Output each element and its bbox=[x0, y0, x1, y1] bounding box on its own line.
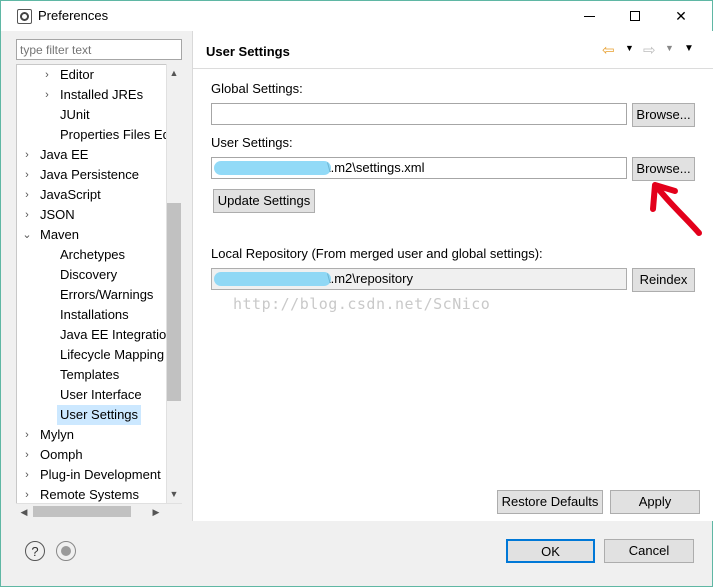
oomph-record-icon[interactable] bbox=[56, 541, 76, 561]
page-title: User Settings bbox=[206, 44, 290, 59]
tree-item[interactable]: Lifecycle Mapping bbox=[17, 345, 167, 365]
tree-item-label: Maven bbox=[40, 227, 80, 242]
tree-item-label: Installed JREs bbox=[60, 87, 144, 102]
scroll-right-icon[interactable]: ▶ bbox=[150, 506, 162, 518]
global-settings-label: Global Settings: bbox=[211, 81, 303, 96]
redacted-path-mask bbox=[214, 272, 331, 286]
expand-arrow-icon[interactable]: › bbox=[41, 85, 53, 105]
tree-item[interactable]: User Interface bbox=[17, 385, 167, 405]
tree-item-label: Java Persistence bbox=[40, 167, 139, 182]
window-title: Preferences bbox=[38, 8, 109, 23]
user-settings-label: User Settings: bbox=[211, 135, 293, 150]
forward-arrow-icon[interactable]: ⇨ bbox=[643, 41, 656, 59]
view-menu-icon[interactable]: ▼ bbox=[684, 43, 694, 54]
scroll-down-icon[interactable]: ▼ bbox=[168, 488, 180, 500]
tree-item-label: Editor bbox=[60, 67, 94, 82]
tree-item[interactable]: Properties Files Ed bbox=[17, 125, 170, 145]
expand-arrow-icon[interactable]: › bbox=[21, 445, 33, 465]
local-repository-label: Local Repository (From merged user and g… bbox=[211, 246, 543, 261]
tree-item-label: Templates bbox=[60, 367, 120, 382]
preference-tree: › Editor › Installed JREs JUnit Properties Fi… bbox=[16, 64, 182, 504]
close-button[interactable]: ✕ bbox=[658, 1, 704, 31]
tree-item[interactable]: › JavaScript bbox=[17, 185, 167, 205]
tree-item-label: Archetypes bbox=[60, 247, 126, 262]
maximize-icon bbox=[630, 11, 640, 21]
close-icon: ✕ bbox=[675, 7, 687, 24]
global-settings-field[interactable] bbox=[211, 103, 627, 125]
filter-input[interactable] bbox=[16, 39, 182, 60]
expand-arrow-icon[interactable]: › bbox=[21, 465, 33, 485]
tree-item-label: Oomph bbox=[40, 447, 83, 462]
tree-item-label: JavaScript bbox=[40, 187, 101, 202]
expand-arrow-icon[interactable]: › bbox=[21, 205, 33, 225]
tree-item-label: Mylyn bbox=[40, 427, 74, 442]
tree-item-label: Discovery bbox=[60, 267, 118, 282]
redacted-path-mask bbox=[214, 161, 331, 175]
tree-item[interactable]: Errors/Warnings bbox=[17, 285, 167, 305]
expand-arrow-icon[interactable]: › bbox=[21, 165, 33, 185]
maximize-button[interactable] bbox=[612, 1, 658, 31]
back-history-dropdown-icon[interactable]: ▼ bbox=[625, 43, 634, 53]
scroll-left-icon[interactable]: ◀ bbox=[18, 506, 30, 518]
back-arrow-icon[interactable]: ⇦ bbox=[602, 41, 615, 59]
tree-item-label: Installations bbox=[60, 307, 129, 322]
tree-item-label: Java EE Integration bbox=[60, 327, 174, 342]
watermark-text: http://blog.csdn.net/ScNico bbox=[233, 295, 491, 313]
tree-item-label: Properties Files Ed bbox=[60, 127, 170, 142]
minimize-button[interactable] bbox=[566, 1, 612, 31]
ok-button[interactable]: OK bbox=[506, 539, 595, 563]
expand-arrow-icon[interactable]: › bbox=[21, 145, 33, 165]
tree-item[interactable]: › Remote Systems bbox=[17, 485, 167, 503]
tree-item-label: Lifecycle Mapping bbox=[60, 347, 165, 362]
tree-item[interactable]: › Oomph bbox=[17, 445, 167, 465]
collapse-arrow-icon[interactable]: ⌄ bbox=[21, 225, 33, 245]
tree-item-label: Remote Systems bbox=[40, 487, 139, 502]
tree-item[interactable]: › Java EE bbox=[17, 145, 167, 165]
expand-arrow-icon[interactable]: › bbox=[21, 425, 33, 445]
tree-item[interactable]: › Java Persistence bbox=[17, 165, 167, 185]
eclipse-icon bbox=[17, 9, 32, 24]
title-bar: Preferences ✕ bbox=[1, 1, 712, 31]
tree-item-label: Plug-in Development bbox=[40, 467, 161, 482]
tree-item[interactable]: › JSON bbox=[17, 205, 167, 225]
minimize-icon bbox=[583, 15, 595, 17]
tree-item[interactable]: Archetypes bbox=[17, 245, 167, 265]
tree-item-label: Java EE bbox=[40, 147, 89, 162]
global-browse-button[interactable]: Browse... bbox=[632, 103, 695, 127]
tree-item[interactable]: Installations bbox=[17, 305, 167, 325]
update-settings-button[interactable]: Update Settings bbox=[213, 189, 315, 213]
vertical-scroll-thumb[interactable] bbox=[167, 203, 181, 401]
tree-item[interactable]: › Plug-in Development bbox=[17, 465, 167, 485]
tree-item[interactable]: ⌄ Maven bbox=[17, 225, 167, 245]
tree-item-label: JSON bbox=[40, 207, 75, 222]
tree-item[interactable]: User Settings bbox=[17, 405, 167, 425]
annotation-arrow-icon bbox=[650, 182, 702, 236]
tree-item[interactable]: › Mylyn bbox=[17, 425, 167, 445]
tree-item[interactable]: Templates bbox=[17, 365, 167, 385]
tree-item[interactable]: Java EE Integration bbox=[17, 325, 173, 345]
expand-arrow-icon[interactable]: › bbox=[21, 485, 33, 503]
tree-item-label: JUnit bbox=[60, 107, 90, 122]
tree-item-label: Errors/Warnings bbox=[60, 287, 154, 302]
tree-item-label: User Settings bbox=[57, 405, 142, 425]
help-icon[interactable]: ? bbox=[25, 541, 45, 561]
expand-arrow-icon[interactable]: › bbox=[21, 185, 33, 205]
apply-button[interactable]: Apply bbox=[610, 490, 700, 514]
preferences-window: Preferences ✕ › Editor › Installed JREs JUni… bbox=[0, 0, 713, 587]
tree-item[interactable]: Discovery bbox=[17, 265, 167, 285]
tree-item-label: User Interface bbox=[60, 387, 142, 402]
expand-arrow-icon[interactable]: › bbox=[41, 65, 53, 85]
scroll-up-icon[interactable]: ▲ bbox=[168, 67, 180, 79]
reindex-button[interactable]: Reindex bbox=[632, 268, 695, 292]
tree-item[interactable]: › Editor bbox=[17, 65, 167, 85]
forward-history-dropdown-icon[interactable]: ▼ bbox=[665, 43, 674, 53]
restore-defaults-button[interactable]: Restore Defaults bbox=[497, 490, 603, 514]
cancel-button[interactable]: Cancel bbox=[604, 539, 694, 563]
tree-item[interactable]: › Installed JREs bbox=[17, 85, 167, 105]
tree-item[interactable]: JUnit bbox=[17, 105, 167, 125]
horizontal-scroll-thumb[interactable] bbox=[33, 506, 131, 517]
